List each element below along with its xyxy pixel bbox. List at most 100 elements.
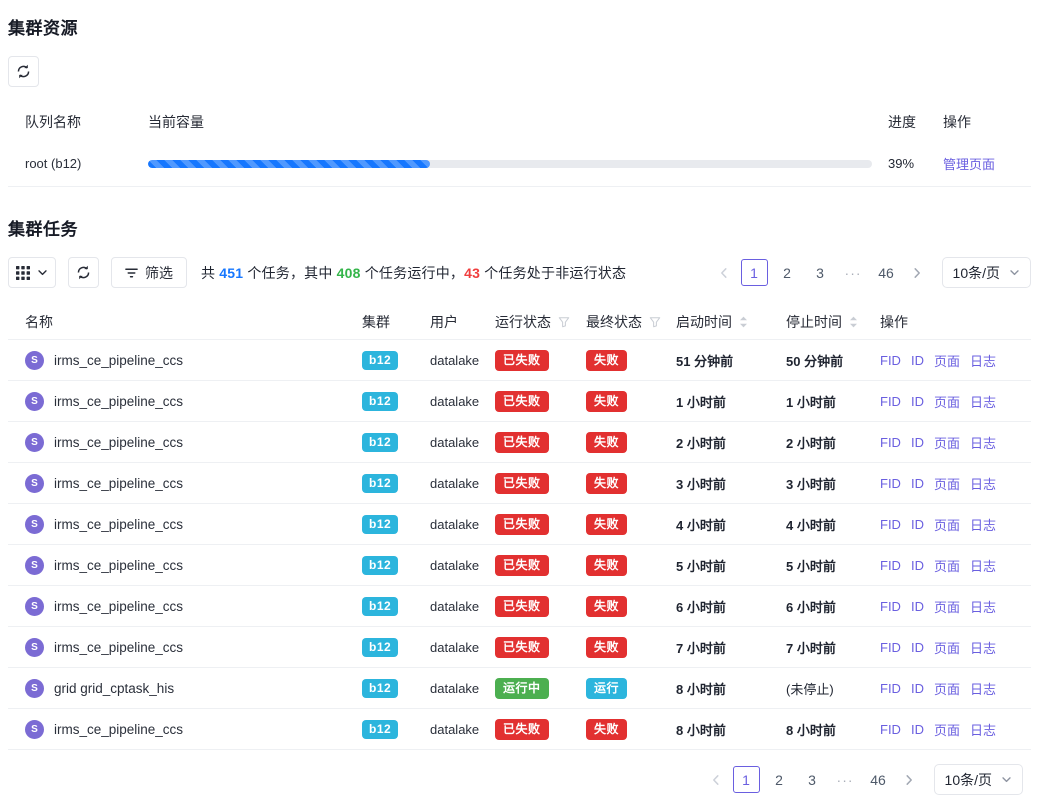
page-prev-button[interactable]: [713, 259, 735, 286]
task-user: datalake: [430, 722, 495, 737]
action-link-id[interactable]: ID: [911, 722, 924, 737]
action-link-id[interactable]: ID: [911, 353, 924, 368]
page-size-select[interactable]: 10条/页: [934, 764, 1023, 795]
resources-refresh-button[interactable]: [8, 56, 39, 87]
run-status-badge: 运行中: [495, 678, 549, 699]
cluster-badge: b12: [362, 515, 398, 534]
col-run-status: 运行状态: [495, 312, 586, 332]
tasks-toolbar: 筛选 共 451 个任务，其中 408 个任务运行中，43 个任务处于非运行状态…: [8, 257, 1031, 288]
task-name: irms_ce_pipeline_ccs: [54, 722, 183, 737]
page-number-1[interactable]: 1: [741, 259, 768, 286]
task-actions: FID ID 页面日志: [880, 433, 1014, 452]
task-avatar: S: [25, 351, 44, 370]
action-link-page[interactable]: 页面: [934, 638, 960, 657]
col-current-capacity: 当前容量: [148, 112, 888, 132]
action-link-fid[interactable]: FID: [880, 640, 901, 655]
action-link-fid[interactable]: FID: [880, 435, 901, 450]
action-link-log[interactable]: 日志: [970, 392, 996, 411]
task-row: Sirms_ce_pipeline_ccsb12datalake已失败失败2 小…: [8, 422, 1031, 463]
run-status-cell: 已失败: [495, 596, 586, 617]
action-link-fid[interactable]: FID: [880, 599, 901, 614]
action-link-id[interactable]: ID: [911, 435, 924, 450]
filter-button[interactable]: 筛选: [111, 257, 187, 288]
task-actions: FID ID 页面日志: [880, 597, 1014, 616]
action-link-page[interactable]: 页面: [934, 474, 960, 493]
layout-switch-button[interactable]: [8, 257, 56, 288]
action-link-page[interactable]: 页面: [934, 433, 960, 452]
action-link-page[interactable]: 页面: [934, 720, 960, 739]
sort-carets-icon[interactable]: [849, 315, 858, 329]
action-link-page[interactable]: 页面: [934, 351, 960, 370]
task-user: datalake: [430, 353, 495, 368]
page-number-3[interactable]: 3: [807, 259, 834, 286]
page-number-3[interactable]: 3: [799, 766, 826, 793]
start-time: 5 小时前: [676, 556, 786, 575]
page-number-46[interactable]: 46: [873, 259, 900, 286]
stop-time: (未停止): [786, 679, 880, 698]
action-link-id[interactable]: ID: [911, 558, 924, 573]
filter-funnel-icon[interactable]: [649, 316, 661, 328]
filter-funnel-icon[interactable]: [558, 316, 570, 328]
action-link-page[interactable]: 页面: [934, 392, 960, 411]
resource-row: root (b12) 39% 管理页面: [8, 141, 1031, 187]
page-next-button[interactable]: [898, 766, 920, 793]
page-ellipsis[interactable]: ···: [832, 766, 859, 793]
action-link-log[interactable]: 日志: [970, 351, 996, 370]
tasks-table-header: 名称 集群 用户 运行状态 最终状态 启动时间 停止时间 操作: [8, 304, 1031, 340]
action-link-page[interactable]: 页面: [934, 679, 960, 698]
action-link-log[interactable]: 日志: [970, 679, 996, 698]
action-link-id[interactable]: ID: [911, 394, 924, 409]
page-number-1[interactable]: 1: [733, 766, 760, 793]
page-number-2[interactable]: 2: [774, 259, 801, 286]
action-link-id[interactable]: ID: [911, 640, 924, 655]
action-link-log[interactable]: 日志: [970, 556, 996, 575]
action-link-page[interactable]: 页面: [934, 556, 960, 575]
cluster-badge: b12: [362, 720, 398, 739]
action-link-log[interactable]: 日志: [970, 515, 996, 534]
action-link-id[interactable]: ID: [911, 476, 924, 491]
page-number-46[interactable]: 46: [865, 766, 892, 793]
action-link-fid[interactable]: FID: [880, 558, 901, 573]
task-actions: FID ID 页面日志: [880, 515, 1014, 534]
action-link-log[interactable]: 日志: [970, 474, 996, 493]
run-status-badge: 已失败: [495, 391, 549, 412]
run-status-badge: 已失败: [495, 350, 549, 371]
action-link-fid[interactable]: FID: [880, 394, 901, 409]
page-number-2[interactable]: 2: [766, 766, 793, 793]
task-cluster-cell: b12: [362, 556, 430, 575]
sort-carets-icon[interactable]: [739, 315, 748, 329]
action-link-fid[interactable]: FID: [880, 681, 901, 696]
action-link-log[interactable]: 日志: [970, 720, 996, 739]
task-actions: FID ID 页面日志: [880, 720, 1014, 739]
task-name-cell: Sirms_ce_pipeline_ccs: [25, 597, 362, 616]
page-next-button[interactable]: [906, 259, 928, 286]
action-link-id[interactable]: ID: [911, 517, 924, 532]
action-link-fid[interactable]: FID: [880, 476, 901, 491]
summary-text: 个任务运行中，: [361, 265, 465, 281]
task-user: datalake: [430, 476, 495, 491]
tasks-table: 名称 集群 用户 运行状态 最终状态 启动时间 停止时间 操作 Sirms_ce…: [8, 304, 1031, 750]
task-row: Sgrid grid_cptask_hisb12datalake运行中运行8 小…: [8, 668, 1031, 709]
cluster-badge: b12: [362, 433, 398, 452]
action-link-page[interactable]: 页面: [934, 597, 960, 616]
task-actions: FID ID 页面日志: [880, 679, 1014, 698]
action-link-id[interactable]: ID: [911, 681, 924, 696]
tasks-refresh-button[interactable]: [68, 257, 99, 288]
action-link-log[interactable]: 日志: [970, 597, 996, 616]
action-link-fid[interactable]: FID: [880, 517, 901, 532]
action-link-page[interactable]: 页面: [934, 515, 960, 534]
task-actions: FID ID 页面日志: [880, 474, 1014, 493]
action-link-id[interactable]: ID: [911, 599, 924, 614]
page-prev-button[interactable]: [705, 766, 727, 793]
action-link-fid[interactable]: FID: [880, 353, 901, 368]
final-status-badge: 失败: [586, 473, 627, 494]
page-size-select[interactable]: 10条/页: [942, 257, 1031, 288]
capacity-progress-bar: [148, 160, 872, 168]
filter-button-label: 筛选: [145, 263, 173, 283]
manage-page-link[interactable]: 管理页面: [943, 157, 995, 172]
task-cluster-cell: b12: [362, 679, 430, 698]
page-ellipsis[interactable]: ···: [840, 259, 867, 286]
action-link-log[interactable]: 日志: [970, 638, 996, 657]
action-link-log[interactable]: 日志: [970, 433, 996, 452]
action-link-fid[interactable]: FID: [880, 722, 901, 737]
